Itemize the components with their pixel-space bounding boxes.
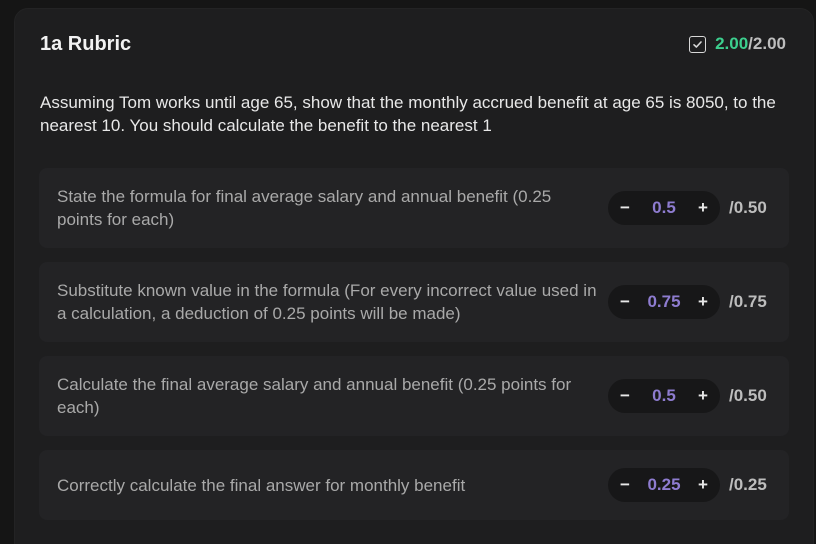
decrement-button[interactable]: −: [618, 475, 632, 495]
stepper-value[interactable]: 0.25: [647, 475, 680, 495]
question-text: Assuming Tom works until age 65, show th…: [40, 93, 776, 135]
criterion-row: Calculate the final average salary and a…: [39, 356, 789, 436]
increment-button[interactable]: +: [696, 475, 710, 495]
increment-button[interactable]: +: [696, 198, 710, 218]
stepper-value[interactable]: 0.5: [652, 386, 676, 406]
criterion-max-points: /0.25: [729, 475, 767, 494]
score-stepper: − 0.5 +: [608, 191, 720, 225]
score-total: 2.00: [752, 34, 786, 53]
checkbox-checked-icon: [689, 35, 707, 53]
criterion-row: State the formula for final average sala…: [39, 168, 789, 248]
score-stepper: − 0.5 +: [608, 379, 720, 413]
criterion-row: Substitute known value in the formula (F…: [39, 262, 789, 342]
criterion-text: Calculate the final average salary and a…: [57, 375, 572, 417]
stepper-value[interactable]: 0.5: [652, 198, 676, 218]
rubric-score: 2.00/2.00: [689, 34, 786, 54]
score-obtained: 2.00: [715, 34, 749, 53]
criterion-text: State the formula for final average sala…: [57, 187, 552, 229]
criterion-row: Correctly calculate the final answer for…: [39, 450, 789, 520]
criterion-text: Correctly calculate the final answer for…: [57, 475, 466, 495]
stepper-value[interactable]: 0.75: [647, 292, 680, 312]
decrement-button[interactable]: −: [618, 292, 632, 312]
criterion-max-points: /0.50: [729, 386, 767, 405]
decrement-button[interactable]: −: [618, 386, 632, 406]
increment-button[interactable]: +: [696, 292, 710, 312]
criterion-max-points: /0.75: [729, 292, 767, 311]
rubric-card: 1a Rubric 2.00/2.00 Assuming Tom works u…: [14, 8, 814, 544]
score-stepper: − 0.75 +: [608, 285, 720, 319]
decrement-button[interactable]: −: [618, 198, 632, 218]
criterion-max-points: /0.50: [729, 198, 767, 217]
rubric-title: 1a Rubric: [40, 33, 132, 55]
increment-button[interactable]: +: [696, 386, 710, 406]
criterion-text: Substitute known value in the formula (F…: [57, 281, 597, 323]
score-stepper: − 0.25 +: [608, 468, 720, 502]
